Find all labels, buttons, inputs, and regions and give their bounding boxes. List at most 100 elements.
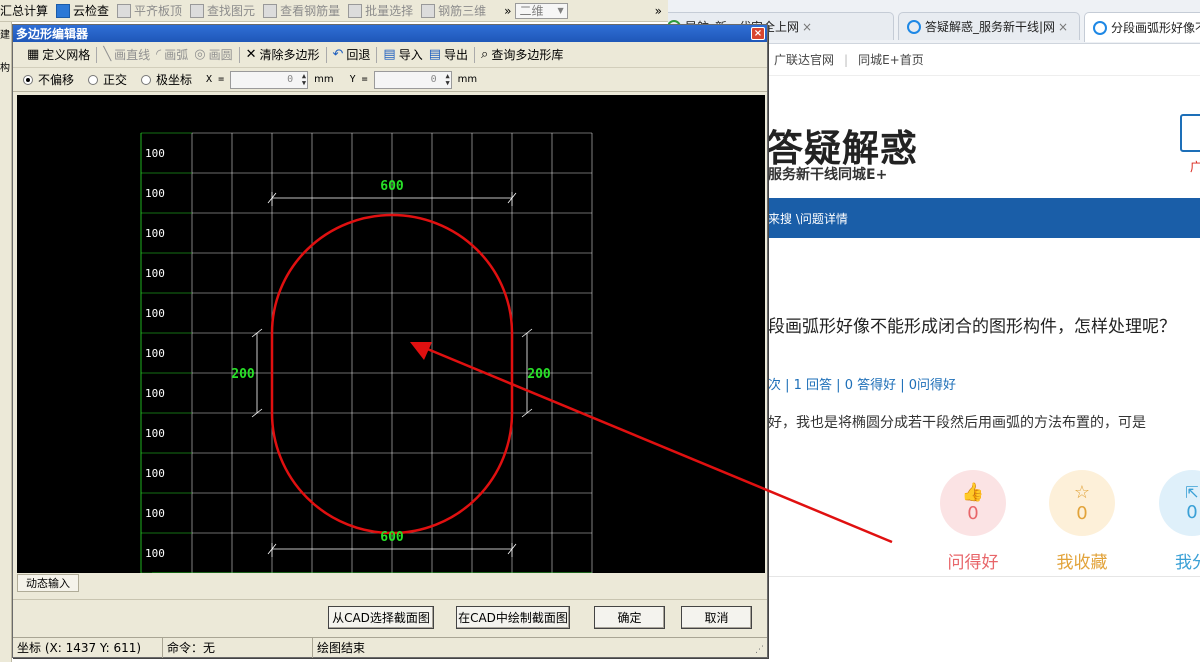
batch-select-button[interactable]: 批量选择: [348, 2, 413, 19]
left-panel-strip: 建 构: [0, 22, 12, 662]
dialog-title: 多边形编辑器: [16, 27, 89, 41]
clear-polygon-button[interactable]: ✕ 清除多边形: [246, 46, 320, 63]
row-dimension-label: 100: [145, 467, 165, 480]
undo-icon: ↶: [332, 47, 344, 62]
align-slab-icon: [117, 3, 132, 18]
question-stats[interactable]: 次 | 1 回答 | 0 答得好 | 0问得好: [768, 374, 956, 393]
bookmark-separator: |: [844, 52, 849, 67]
drawing-svg[interactable]: 1001001001001001001001001001001001001001…: [17, 95, 765, 573]
close-icon[interactable]: ×: [802, 20, 812, 34]
x-unit: mm: [314, 74, 334, 85]
close-icon[interactable]: ×: [751, 27, 765, 40]
site-slogan: 服务新干线同城E+: [768, 167, 888, 183]
export-button[interactable]: ▤ 导出: [429, 46, 468, 63]
search-icon: ⌕: [481, 47, 489, 62]
good-question-label: 问得好: [947, 553, 999, 573]
left-dimension-label: 200: [231, 367, 255, 382]
row-dimension-label: 100: [145, 187, 165, 200]
select-from-cad-button[interactable]: 从CAD选择截面图: [328, 606, 434, 629]
line-icon: ╲: [103, 47, 112, 62]
batch-select-icon: [348, 3, 363, 18]
y-label: Y =: [349, 74, 368, 85]
ok-button[interactable]: 确定: [594, 606, 665, 629]
status-coordinates: 坐标 (X: 1437 Y: 611): [13, 637, 163, 658]
cloud-check-button[interactable]: 云检查: [56, 2, 109, 19]
coordinate-input-row: 不偏移 正交 极坐标 X = 0 ▲ ▼ mm Y = 0 ▲ ▼ mm: [13, 68, 767, 92]
import-button[interactable]: ▤ 导入: [383, 46, 422, 63]
share-icon: ⇱: [1185, 483, 1199, 502]
query-library-button[interactable]: ⌕ 查询多边形库: [481, 46, 563, 63]
favorite-circle: ☆ 0: [1049, 470, 1115, 536]
align-slab-top-button[interactable]: 平齐板顶: [117, 2, 182, 19]
row-dimension-label: 100: [145, 347, 165, 360]
dialog-button-row: 从CAD选择截面图 在CAD中绘制截面图 确定 取消: [13, 599, 767, 637]
draw-line-button[interactable]: ╲ 画直线: [103, 46, 150, 63]
row-dimension-label: 100: [145, 547, 165, 560]
polygon-editor-dialog: 多边形编辑器 × ▦ 定义网格 ╲ 画直线 ◜ 画弧 ◎ 画圆 ✕ 清除多边形 ↶ 回退 ▤…: [12, 24, 768, 658]
cancel-button[interactable]: 取消: [681, 606, 752, 629]
breadcrumb[interactable]: 来搜 \问题详情: [768, 210, 848, 227]
browser-tab-question[interactable]: 分段画弧形好像不: [1084, 12, 1200, 42]
resize-grip-icon[interactable]: ⋰: [755, 645, 765, 655]
radio-dot: [141, 74, 152, 85]
toolbar-separator: [376, 46, 378, 63]
share-circle: ⇱ 0: [1159, 470, 1200, 536]
row-dimension-label: 100: [145, 267, 165, 280]
good-question-circle: 👍 0: [940, 470, 1006, 536]
row-dimension-label: 100: [145, 307, 165, 320]
status-command: 命令：无: [163, 637, 313, 658]
toolbar-overflow-2[interactable]: »: [655, 4, 662, 18]
favorite-action[interactable]: ☆ 0 我收藏: [1048, 470, 1116, 573]
good-question-action[interactable]: 👍 0 问得好: [939, 470, 1007, 573]
define-grid-button[interactable]: ▦ 定义网格: [27, 46, 90, 63]
radio-dot: [88, 74, 99, 85]
thumbs-up-icon: 👍: [961, 482, 985, 503]
bottom-dimension-label: 600: [380, 530, 404, 545]
radio-polar[interactable]: 极坐标: [141, 71, 192, 88]
x-coordinate-input[interactable]: 0 ▲ ▼: [230, 70, 309, 89]
undo-button[interactable]: ↶ 回退: [333, 46, 371, 63]
row-dimension-label: 100: [145, 507, 165, 520]
status-message: 绘图结束: [317, 641, 366, 655]
export-icon: ▤: [428, 47, 442, 62]
spinner-icon[interactable]: ▲ ▼: [445, 72, 449, 87]
find-element-button[interactable]: 查找图元: [190, 2, 255, 19]
drawing-canvas[interactable]: 1001001001001001001001001001001001001001…: [17, 95, 765, 573]
chevron-down-icon: ▼: [557, 6, 564, 15]
rebar-3d-button[interactable]: 钢筋三维: [421, 2, 486, 19]
share-label: 我分: [1175, 553, 1200, 573]
site-icon: [1093, 20, 1107, 35]
radio-no-offset[interactable]: 不偏移: [23, 71, 74, 88]
binoculars-icon: [190, 3, 205, 18]
browser-tab-answers[interactable]: 答疑解惑_服务新干线|网 ×: [898, 12, 1080, 40]
summary-calc-button[interactable]: 汇总计算: [0, 2, 48, 19]
dynamic-input-tab[interactable]: 动态输入: [17, 574, 79, 592]
favorite-count: 0: [1076, 503, 1088, 524]
dialog-toolbar: ▦ 定义网格 ╲ 画直线 ◜ 画弧 ◎ 画圆 ✕ 清除多边形 ↶ 回退 ▤ 导入 ▤ 导出 ⌕ 查…: [13, 42, 767, 68]
question-title: 段画弧形好像不能形成闭合的图形构件，怎样处理呢？: [768, 317, 1176, 337]
spinner-icon[interactable]: ▲ ▼: [302, 72, 306, 87]
dialog-title-bar[interactable]: 多边形编辑器 ×: [13, 25, 767, 42]
draw-arc-button[interactable]: ◜ 画弧: [156, 46, 188, 63]
right-dimension-label: 200: [527, 367, 551, 382]
bookmark-tongcheng[interactable]: 同城E+首页: [858, 51, 924, 68]
x-label: X =: [206, 74, 225, 85]
toolbar-separator: [96, 46, 98, 63]
y-coordinate-input[interactable]: 0 ▲ ▼: [373, 70, 452, 89]
draw-circle-button[interactable]: ◎ 画圆: [194, 46, 232, 63]
toolbar-separator: [474, 46, 476, 63]
bookmark-glodon[interactable]: 广联达官网: [774, 51, 834, 68]
search-hint: 广: [1190, 160, 1200, 174]
favorite-label: 我收藏: [1056, 553, 1108, 573]
close-icon[interactable]: ×: [1058, 20, 1068, 34]
radio-orthogonal[interactable]: 正交: [88, 71, 127, 88]
site-search-input[interactable]: [1180, 114, 1200, 152]
view-mode-select[interactable]: 二维 ▼: [515, 2, 568, 19]
question-body: 好，我也是将椭圆分成若干段然后用画弧的方法布置的，可是: [768, 415, 1146, 431]
draw-in-cad-button[interactable]: 在CAD中绘制截面图: [456, 606, 570, 629]
share-action[interactable]: ⇱ 0 我分: [1158, 470, 1200, 573]
view-rebar-button[interactable]: 查看钢筋量: [263, 2, 340, 19]
status-bar: 坐标 (X: 1437 Y: 611) 命令：无 绘图结束 ⋰: [13, 637, 767, 658]
top-dimension-label: 600: [380, 179, 404, 194]
toolbar-overflow-1[interactable]: »: [504, 4, 511, 18]
